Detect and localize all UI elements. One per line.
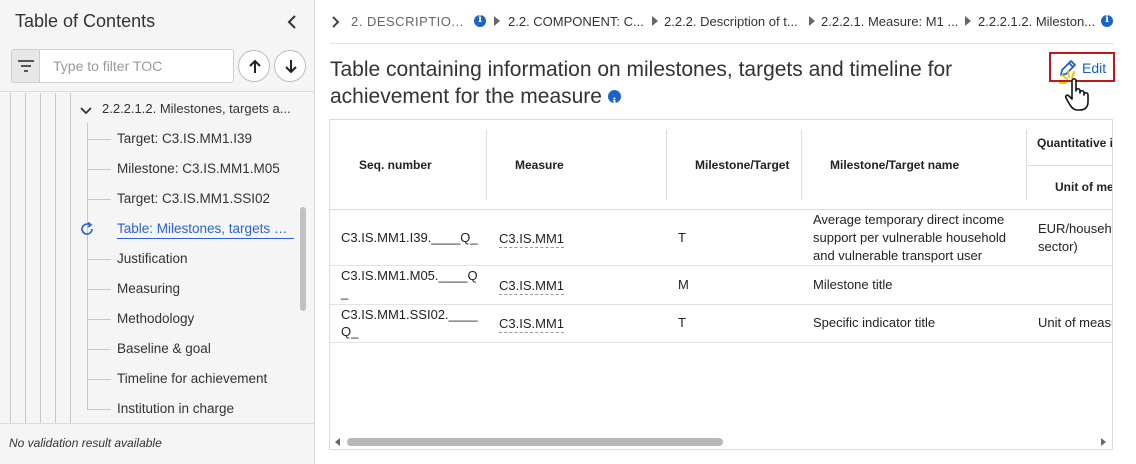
toc-item[interactable]: Timeline for achievement [0,364,300,394]
toc-item[interactable]: Target: C3.IS.MM1.SSI02 [0,184,300,214]
validation-status: No validation result available [9,436,162,450]
scroll-right-arrow-icon[interactable] [1101,438,1106,446]
toc-title: Table of Contents [15,11,156,31]
breadcrumb-item[interactable]: 2.2.2. Description of t... [664,14,812,29]
page-title: Table containing information on mileston… [330,56,1020,116]
toc-item[interactable]: Institution in charge [0,394,300,423]
cell-seq: C3.IS.MM1.SSI02.____ [341,307,478,322]
filter-options-button[interactable] [11,49,39,83]
toc-item[interactable]: Baseline & goal [0,334,300,364]
caret-right-icon [965,16,971,26]
scroll-left-arrow-icon[interactable] [335,438,340,446]
cell-seq: _ [341,285,349,300]
cell-seq: C3.IS.MM1.M05.____Q [341,268,478,283]
cell-milestone-target: M [678,277,689,292]
cell-unit: sector) [1038,239,1078,254]
caret-right-icon [652,16,658,26]
table-row[interactable]: C3.IS.MM1.I39.____Q_ C3.IS.MM1 T Average… [330,211,1113,266]
column-header-name[interactable]: Milestone/Target name [830,158,959,172]
table-row[interactable]: C3.IS.MM1.M05.____Q _ C3.IS.MM1 M Milest… [330,267,1112,305]
cell-name: Average temporary direct income support … [813,212,1006,263]
table-row[interactable]: C3.IS.MM1.SSI02.____ Q_ C3.IS.MM1 T Spec… [330,306,1113,343]
toc-item-label: Methodology [117,311,195,326]
toc-filter-input[interactable] [39,49,234,83]
toc-item-label: Timeline for achievement [117,371,268,386]
info-icon[interactable] [474,14,486,27]
toc-item-active[interactable]: Table: Milestones, targets & ... [0,214,300,244]
column-header-unit[interactable]: Unit of me [1055,180,1112,194]
cell-unit: EUR/househo [1038,221,1113,236]
page-title-text: Table containing information on mileston… [330,58,953,108]
chevron-down-icon[interactable] [80,103,92,121]
header-divider [330,43,1114,44]
toc-item-label: Measuring [117,281,181,296]
filter-icon [18,60,34,72]
arrow-up-icon [249,59,261,73]
cell-measure-link[interactable]: C3.IS.MM1 [499,316,565,333]
refresh-icon [79,221,95,242]
breadcrumb-item[interactable]: 2. DESCRIPTIO... [351,14,469,29]
scrollbar-thumb[interactable] [347,438,723,446]
toc-item[interactable]: Methodology [0,304,300,334]
toc-item-label: Target: C3.IS.MM1.SSI02 [117,191,271,206]
cell-name: Specific indicator title [813,315,936,330]
info-icon[interactable] [1101,14,1113,27]
caret-right-icon [809,16,815,26]
toc-item-label: Milestone: C3.IS.MM1.M05 [117,161,280,176]
chevron-right-icon[interactable] [331,16,341,28]
arrow-down-icon [285,60,297,74]
toc-scrollbar[interactable] [300,207,306,311]
table-header: Seq. number Measure Milestone/Target Mil… [330,120,1112,210]
cell-measure-link[interactable]: C3.IS.MM1 [499,278,565,295]
cell-measure-link[interactable]: C3.IS.MM1 [499,231,565,248]
toc-node-milestones[interactable]: 2.2.2.1.2. Milestones, targets a... [102,101,291,116]
cell-seq: C3.IS.MM1.I39.____Q_ [341,230,478,245]
milestones-table: Seq. number Measure Milestone/Target Mil… [329,119,1113,450]
caret-right-icon [494,16,500,26]
breadcrumb-item[interactable]: 2.2.2.1.2. Mileston... [978,14,1098,29]
toc-item-label: Table: Milestones, targets & ... [117,221,294,239]
toc-item-label: Institution in charge [117,401,235,416]
toc-item-label: Target: C3.IS.MM1.I39 [117,131,253,146]
toc-sidebar: Table of Contents 2.2.2.1.2 [0,0,315,464]
info-icon[interactable] [607,89,621,116]
column-header-milestone-target[interactable]: Milestone/Target [695,158,789,172]
toc-item-label: Baseline & goal [117,341,211,356]
breadcrumb-item[interactable]: 2.2. COMPONENT: C... [508,14,648,29]
toc-tree: 2.2.2.1.2. Milestones, targets a... Targ… [0,93,300,423]
cell-milestone-target: T [678,315,686,330]
toc-item-label: Justification [117,251,188,266]
toc-item[interactable]: Justification [0,244,300,274]
cell-name: Milestone title [813,277,893,292]
cell-milestone-target: T [678,230,686,245]
breadcrumb-item[interactable]: 2.2.2.1. Measure: M1 ... [821,14,961,29]
collapse-sidebar-icon[interactable] [282,11,302,33]
toc-filter-bar [0,44,314,92]
toc-item[interactable]: Milestone: C3.IS.MM1.M05 [0,154,300,184]
toc-item[interactable]: Target: C3.IS.MM1.I39 [0,124,300,154]
next-match-button[interactable] [274,50,306,82]
breadcrumb: 2. DESCRIPTIO... 2.2. COMPONENT: C... 2.… [330,12,1130,32]
column-header-measure[interactable]: Measure [515,158,564,172]
cell-seq: Q_ [341,324,359,339]
hand-cursor-icon [1059,70,1089,111]
column-header-quantitative[interactable]: Quantitative i [1037,136,1112,150]
toc-header: Table of Contents [0,0,314,44]
toc-item[interactable]: Measuring [0,274,300,304]
previous-match-button[interactable] [238,50,270,82]
cell-unit: Unit of measu [1038,315,1113,330]
validation-footer: No validation result available [0,423,314,464]
table-horizontal-scrollbar[interactable] [330,434,1112,449]
column-header-seq[interactable]: Seq. number [359,158,432,172]
